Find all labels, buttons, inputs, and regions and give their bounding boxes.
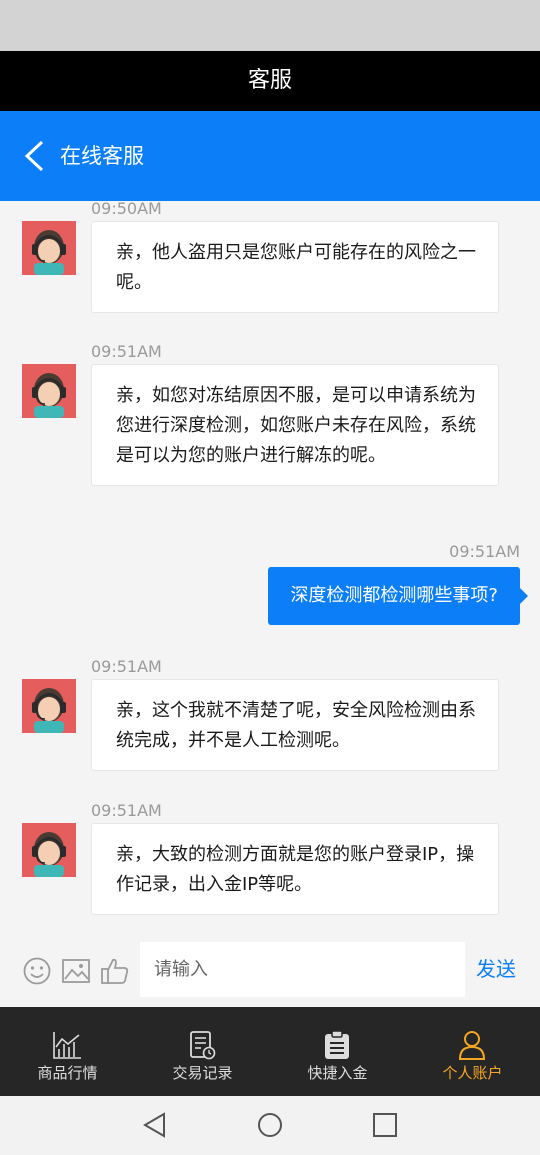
message-time: 09:51AM (91, 342, 162, 361)
chart-icon (53, 1032, 81, 1059)
tab-market[interactable]: 商品行情 (0, 1007, 135, 1096)
tab-label: 商品行情 (37, 1064, 98, 1082)
record-icon (190, 1031, 216, 1060)
message-time: 09:51AM (449, 542, 520, 561)
message-bubble: 亲，这个我就不清楚了呢，安全风险检测由系统完成，并不是人工检测呢。 (91, 679, 499, 771)
image-icon[interactable] (61, 956, 91, 986)
back-triangle-icon[interactable] (142, 1111, 168, 1143)
message-bubble-user: 深度检测都检测哪些事项? (268, 567, 528, 625)
nav-title: 在线客服 (60, 144, 144, 168)
agent-avatar (22, 364, 76, 418)
agent-avatar (22, 823, 76, 877)
tab-label: 个人账户 (442, 1064, 503, 1082)
emoji-icon[interactable] (22, 956, 52, 986)
system-nav-bar (0, 1096, 540, 1155)
message-bubble: 亲，如您对冻结原因不服，是可以申请系统为您进行深度检测，如您账户未存在风险，系统… (91, 364, 499, 486)
agent-avatar (22, 679, 76, 733)
chat-area[interactable]: 09:50AM 亲，他人盗用只是您账户可能存在的风险之一呢。 09:51AM 亲… (0, 201, 540, 932)
send-button[interactable]: 发送 (476, 942, 516, 997)
status-bar (0, 0, 540, 51)
tab-bar: 商品行情 交易记录 快捷入金 个人账户 (0, 1007, 540, 1096)
agent-avatar (22, 221, 76, 275)
message-bubble: 亲，他人盗用只是您账户可能存在的风险之一呢。 (91, 221, 499, 313)
page-title: 客服 (0, 51, 540, 111)
clipboard-icon (325, 1030, 349, 1059)
thumbs-up-icon[interactable] (100, 956, 130, 986)
tab-quick-deposit[interactable]: 快捷入金 (270, 1007, 405, 1096)
message-time: 09:51AM (91, 657, 162, 676)
user-icon (458, 1031, 486, 1060)
tab-personal-account[interactable]: 个人账户 (405, 1007, 540, 1096)
tab-label: 快捷入金 (307, 1064, 368, 1082)
message-bubble: 亲，大致的检测方面就是您的账户登录IP，操作记录，出入金IP等呢。 (91, 823, 499, 915)
nav-bar: 在线客服 (0, 111, 540, 201)
message-input[interactable] (140, 942, 465, 997)
message-time: 09:51AM (91, 801, 162, 820)
message-time: 09:50AM (91, 201, 162, 218)
tab-trade-records[interactable]: 交易记录 (135, 1007, 270, 1096)
home-circle-icon[interactable] (256, 1111, 284, 1143)
tab-label: 交易记录 (172, 1064, 233, 1082)
back-arrow-icon[interactable] (22, 140, 46, 172)
recent-apps-icon[interactable] (371, 1111, 399, 1143)
